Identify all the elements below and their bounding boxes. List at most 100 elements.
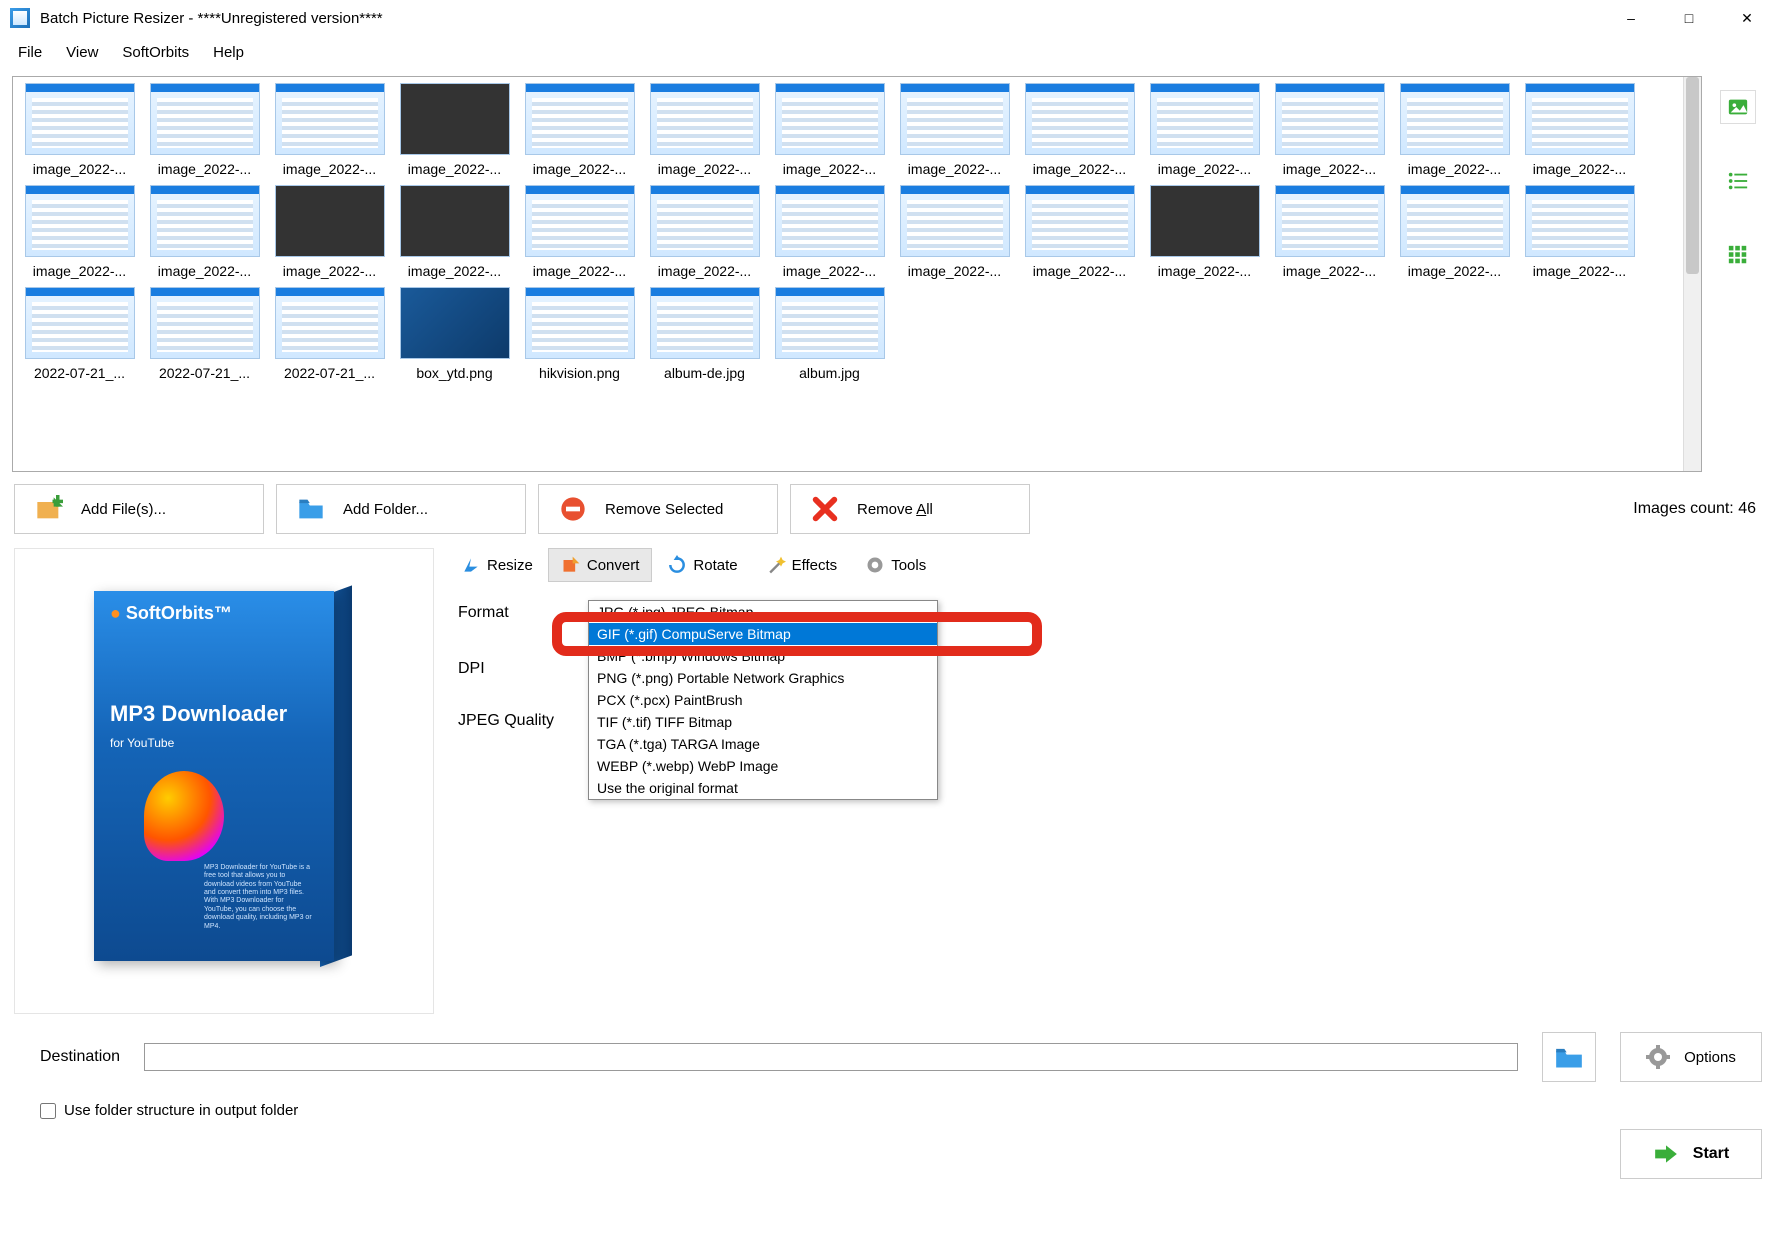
thumbnail-label: image_2022-... xyxy=(533,161,626,177)
remove-all-button[interactable]: Remove All xyxy=(790,484,1030,534)
thumbnail-item[interactable]: 2022-07-21_... xyxy=(17,287,142,381)
tab-resize[interactable]: Resize xyxy=(448,548,546,582)
thumbnail-item[interactable]: image_2022-... xyxy=(267,83,392,177)
remove-selected-button[interactable]: Remove Selected xyxy=(538,484,778,534)
close-button[interactable]: ✕ xyxy=(1718,0,1776,36)
thumbnail-label: 2022-07-21_... xyxy=(159,365,250,381)
thumbnail-item[interactable]: image_2022-... xyxy=(17,185,142,279)
thumbnail-item[interactable]: image_2022-... xyxy=(892,83,1017,177)
thumbnail-label: image_2022-... xyxy=(1533,161,1626,177)
format-option[interactable]: BMP (*.bmp) Windows Bitmap xyxy=(589,645,937,667)
maximize-button[interactable]: □ xyxy=(1660,0,1718,36)
thumbnail-item[interactable]: image_2022-... xyxy=(1517,185,1642,279)
thumbnail-item[interactable]: image_2022-... xyxy=(1392,185,1517,279)
menu-view[interactable]: View xyxy=(54,40,110,65)
tab-effects[interactable]: Effects xyxy=(753,548,851,582)
thumbnail-item[interactable]: image_2022-... xyxy=(1392,83,1517,177)
settings-panel: Resize Convert Rotate Effects Tools Form… xyxy=(448,548,1762,1014)
thumbnail-item[interactable]: image_2022-... xyxy=(267,185,392,279)
browse-destination-button[interactable] xyxy=(1542,1032,1596,1082)
thumbnail-item[interactable]: image_2022-... xyxy=(642,185,767,279)
thumbnail-label: image_2022-... xyxy=(1408,263,1501,279)
thumbnail-item[interactable]: image_2022-... xyxy=(767,185,892,279)
thumbnail-item[interactable]: image_2022-... xyxy=(767,83,892,177)
thumbnail-item[interactable]: box_ytd.png xyxy=(392,287,517,381)
destination-input[interactable] xyxy=(144,1043,1518,1071)
format-option[interactable]: Use the original format xyxy=(589,777,937,799)
thumbnail-label: album.jpg xyxy=(799,365,860,381)
thumbnail-item[interactable]: image_2022-... xyxy=(142,185,267,279)
thumbnail-label: hikvision.png xyxy=(539,365,620,381)
thumbnail-item[interactable]: image_2022-... xyxy=(392,185,517,279)
view-grid-button[interactable] xyxy=(1720,238,1756,272)
settings-tabs: Resize Convert Rotate Effects Tools xyxy=(448,548,1762,582)
thumbnail-label: image_2022-... xyxy=(1533,263,1626,279)
tab-tools[interactable]: Tools xyxy=(852,548,939,582)
format-dropdown[interactable]: JPG (*.jpg) JPEG BitmapGIF (*.gif) Compu… xyxy=(588,600,938,800)
thumbnail-item[interactable]: image_2022-... xyxy=(1017,185,1142,279)
thumbnail-image xyxy=(775,185,885,257)
thumbnail-item[interactable]: image_2022-... xyxy=(1017,83,1142,177)
thumbnail-image xyxy=(275,83,385,155)
thumbnail-item[interactable]: image_2022-... xyxy=(17,83,142,177)
thumbnail-label: image_2022-... xyxy=(783,263,876,279)
folder-structure-checkbox-input[interactable] xyxy=(40,1103,56,1119)
thumbnail-label: image_2022-... xyxy=(33,161,126,177)
side-toolbar xyxy=(1712,76,1764,472)
format-option[interactable]: PCX (*.pcx) PaintBrush xyxy=(589,689,937,711)
gear-icon xyxy=(1646,1045,1670,1069)
thumbnail-image xyxy=(150,287,260,359)
thumbnail-image xyxy=(400,83,510,155)
view-thumbnails-button[interactable] xyxy=(1720,90,1756,124)
thumbnail-item[interactable]: image_2022-... xyxy=(517,185,642,279)
thumbnail-item[interactable]: image_2022-... xyxy=(892,185,1017,279)
thumbnail-label: 2022-07-21_... xyxy=(34,365,125,381)
thumbnail-item[interactable]: image_2022-... xyxy=(1517,83,1642,177)
thumbnail-label: image_2022-... xyxy=(1033,161,1126,177)
thumbnail-image xyxy=(1275,83,1385,155)
thumbnail-item[interactable]: image_2022-... xyxy=(1142,83,1267,177)
add-files-label: Add File(s)... xyxy=(81,501,166,518)
tab-rotate[interactable]: Rotate xyxy=(654,548,750,582)
thumbnail-item[interactable]: image_2022-... xyxy=(392,83,517,177)
format-option[interactable]: GIF (*.gif) CompuServe Bitmap xyxy=(589,623,937,645)
thumbnail-item[interactable]: image_2022-... xyxy=(642,83,767,177)
format-option[interactable]: JPG (*.jpg) JPEG Bitmap xyxy=(589,601,937,623)
thumbnail-image xyxy=(1400,185,1510,257)
thumbnail-item[interactable]: hikvision.png xyxy=(517,287,642,381)
thumbnail-item[interactable]: album-de.jpg xyxy=(642,287,767,381)
thumbnail-item[interactable]: image_2022-... xyxy=(517,83,642,177)
add-files-button[interactable]: Add File(s)... xyxy=(14,484,264,534)
thumbnail-image xyxy=(1525,83,1635,155)
menu-help[interactable]: Help xyxy=(201,40,256,65)
thumbnail-label: image_2022-... xyxy=(533,263,626,279)
thumbnail-image xyxy=(525,185,635,257)
remove-selected-label: Remove Selected xyxy=(605,501,723,518)
thumbnail-item[interactable]: image_2022-... xyxy=(1267,185,1392,279)
format-option[interactable]: TGA (*.tga) TARGA Image xyxy=(589,733,937,755)
folder-structure-checkbox[interactable]: Use folder structure in output folder xyxy=(40,1102,1762,1119)
thumbnail-item[interactable]: album.jpg xyxy=(767,287,892,381)
menu-file[interactable]: File xyxy=(6,40,54,65)
thumbnail-label: image_2022-... xyxy=(783,161,876,177)
thumbnail-image xyxy=(1400,83,1510,155)
thumbnail-label: image_2022-... xyxy=(408,263,501,279)
title-bar: Batch Picture Resizer - ****Unregistered… xyxy=(0,0,1776,36)
format-option[interactable]: PNG (*.png) Portable Network Graphics xyxy=(589,667,937,689)
thumbnail-item[interactable]: 2022-07-21_... xyxy=(267,287,392,381)
thumbnail-label: image_2022-... xyxy=(283,161,376,177)
tab-convert[interactable]: Convert xyxy=(548,548,653,582)
format-option[interactable]: WEBP (*.webp) WebP Image xyxy=(589,755,937,777)
menu-softorbits[interactable]: SoftOrbits xyxy=(110,40,201,65)
start-button[interactable]: Start xyxy=(1620,1129,1762,1179)
gallery-scrollbar[interactable] xyxy=(1683,77,1701,471)
thumbnail-item[interactable]: image_2022-... xyxy=(1142,185,1267,279)
options-button[interactable]: Options xyxy=(1620,1032,1762,1082)
thumbnail-item[interactable]: image_2022-... xyxy=(1267,83,1392,177)
thumbnail-item[interactable]: image_2022-... xyxy=(142,83,267,177)
add-folder-button[interactable]: Add Folder... xyxy=(276,484,526,534)
view-list-button[interactable] xyxy=(1720,164,1756,198)
thumbnail-item[interactable]: 2022-07-21_... xyxy=(142,287,267,381)
format-option[interactable]: TIF (*.tif) TIFF Bitmap xyxy=(589,711,937,733)
minimize-button[interactable]: – xyxy=(1602,0,1660,36)
